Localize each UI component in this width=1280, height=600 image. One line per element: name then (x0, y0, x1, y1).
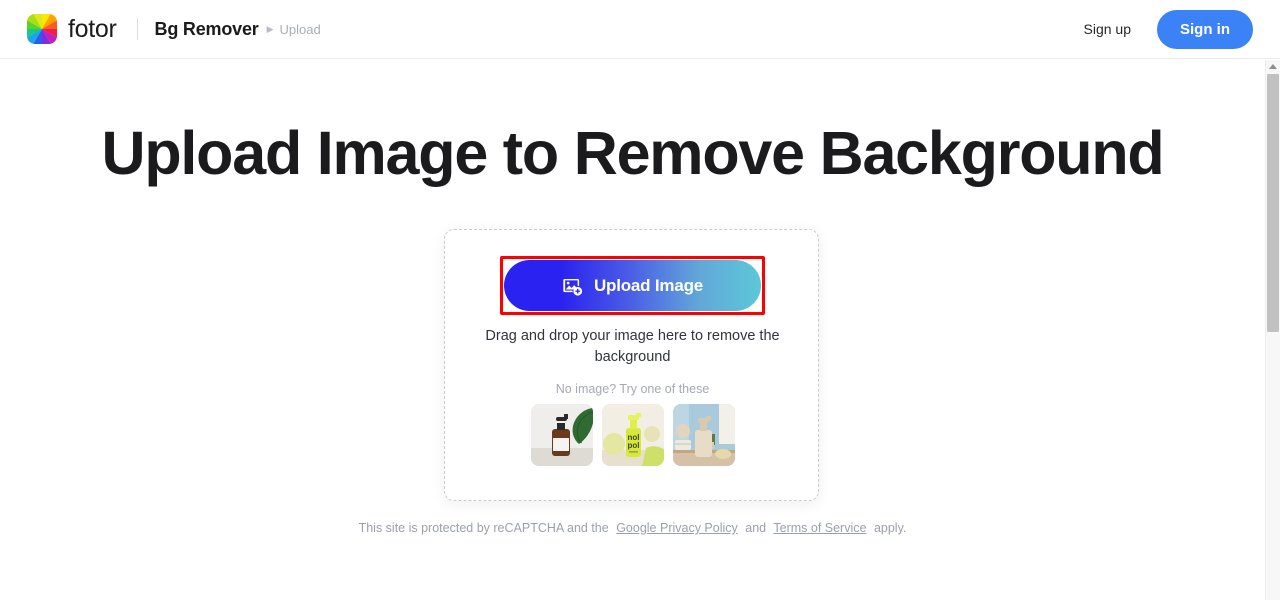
sample-images-prompt: No image? Try one of these (555, 382, 710, 396)
sample-beige-soap-dispenser[interactable] (672, 404, 735, 466)
header-left-group: fotor Bg Remover ▶ Upload (0, 14, 321, 44)
scrollbar-thumb[interactable] (1267, 74, 1279, 332)
sample-amber-pump-bottle-with-leaf[interactable] (530, 404, 593, 466)
recaptcha-notice: This site is protected by reCAPTCHA and … (0, 521, 1265, 535)
vertical-scrollbar[interactable] (1265, 60, 1280, 600)
scroll-up-arrow-icon[interactable] (1266, 60, 1280, 73)
sign-up-link[interactable]: Sign up (1084, 21, 1131, 37)
google-privacy-policy-link[interactable]: Google Privacy Policy (616, 521, 738, 535)
upload-button-hotspot[interactable]: Upload Image (500, 256, 765, 315)
sample-yellow-green-serum-bottle[interactable]: nol pol (601, 404, 664, 466)
recaptcha-notice-text-before: This site is protected by reCAPTCHA and … (358, 521, 609, 535)
upload-image-button[interactable]: Upload Image (504, 260, 761, 311)
image-dropzone[interactable]: Upload Image Drag and drop your image he… (444, 229, 819, 501)
sample-images-row: nol pol (445, 404, 820, 466)
header-right-group: Sign up Sign in (1084, 9, 1280, 49)
page-content: Upload Image to Remove Background Upload… (0, 60, 1265, 600)
chevron-right-icon: ▶ (266, 23, 274, 34)
sign-in-button[interactable]: Sign in (1157, 9, 1253, 49)
breadcrumb-app-name[interactable]: Bg Remover (155, 19, 259, 40)
recaptcha-notice-text-after: apply. (873, 521, 907, 535)
upload-image-button-label: Upload Image (593, 275, 704, 295)
recaptcha-notice-text-middle: and (745, 521, 767, 535)
brand-wordmark[interactable]: fotor (68, 15, 117, 44)
fotor-color-wheel-logo[interactable] (27, 14, 57, 44)
add-image-icon (562, 275, 583, 296)
page-title: Upload Image to Remove Background (101, 119, 1165, 187)
terms-of-service-link[interactable]: Terms of Service (773, 521, 866, 535)
breadcrumb-current-page: Upload (279, 21, 321, 37)
header-divider (136, 18, 138, 40)
top-header: fotor Bg Remover ▶ Upload Sign up Sign i… (0, 0, 1280, 59)
svg-text:pol: pol (627, 441, 639, 450)
drag-and-drop-instruction: Drag and drop your image here to remove … (485, 328, 780, 365)
